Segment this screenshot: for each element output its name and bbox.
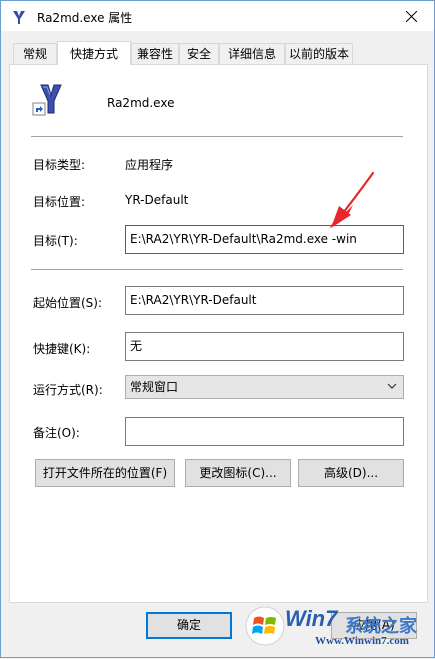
target-type-label: 目标类型: (33, 158, 86, 172)
start-in-label: 起始位置(S): (33, 296, 103, 310)
comment-input[interactable] (125, 417, 404, 446)
title-bar[interactable]: Ra2md.exe 属性 (1, 1, 434, 31)
watermark-brand: Win7 (285, 606, 338, 631)
shortcut-app-icon (13, 11, 25, 24)
target-type-value: 应用程序 (125, 158, 174, 172)
tab-details[interactable]: 详细信息 (219, 43, 285, 64)
tab-shortcut[interactable]: 快捷方式 (57, 41, 131, 65)
hotkey-input[interactable]: 无 (125, 332, 404, 361)
run-select[interactable]: 常规窗口 (125, 375, 404, 399)
run-label: 运行方式(R): (33, 383, 103, 397)
target-label: 目标(T): (33, 234, 78, 248)
start-in-input[interactable]: E:\RA2\YR\YR-Default (125, 286, 404, 315)
shortcut-name: Ra2md.exe (107, 96, 175, 110)
run-select-value: 常规窗口 (130, 380, 179, 394)
window-title: Ra2md.exe 属性 (37, 11, 133, 25)
open-file-location-button[interactable]: 打开文件所在的位置(F) (35, 459, 175, 487)
close-button[interactable] (388, 1, 434, 31)
chevron-down-icon (387, 383, 397, 389)
close-icon (405, 10, 417, 22)
shortcut-icon (32, 84, 62, 116)
change-icon-button[interactable]: 更改图标(C)... (185, 459, 291, 487)
tab-security[interactable]: 安全 (179, 43, 219, 64)
separator (31, 269, 403, 270)
properties-window: Ra2md.exe 属性 常规 快捷方式 兼容性 安全 详细信息 以前的版本 R… (0, 0, 435, 658)
separator (31, 136, 403, 137)
advanced-button[interactable]: 高级(D)... (298, 459, 404, 487)
watermark-url: Www.Winwin7.com (315, 635, 409, 647)
target-location-value: YR-Default (125, 193, 189, 207)
watermark: Win7 系统之家 Www.Winwin7.com (245, 604, 433, 656)
tab-previous-versions[interactable]: 以前的版本 (285, 43, 353, 64)
tab-compatibility[interactable]: 兼容性 (131, 43, 179, 64)
tab-general[interactable]: 常规 (13, 43, 57, 64)
hotkey-label: 快捷键(K): (33, 342, 91, 356)
windows-logo-icon (245, 606, 285, 646)
target-location-label: 目标位置: (33, 195, 86, 209)
target-input[interactable]: E:\RA2\YR\YR-Default\Ra2md.exe -win (125, 225, 404, 254)
ok-button[interactable]: 确定 (146, 612, 232, 639)
comment-label: 备注(O): (33, 426, 80, 440)
